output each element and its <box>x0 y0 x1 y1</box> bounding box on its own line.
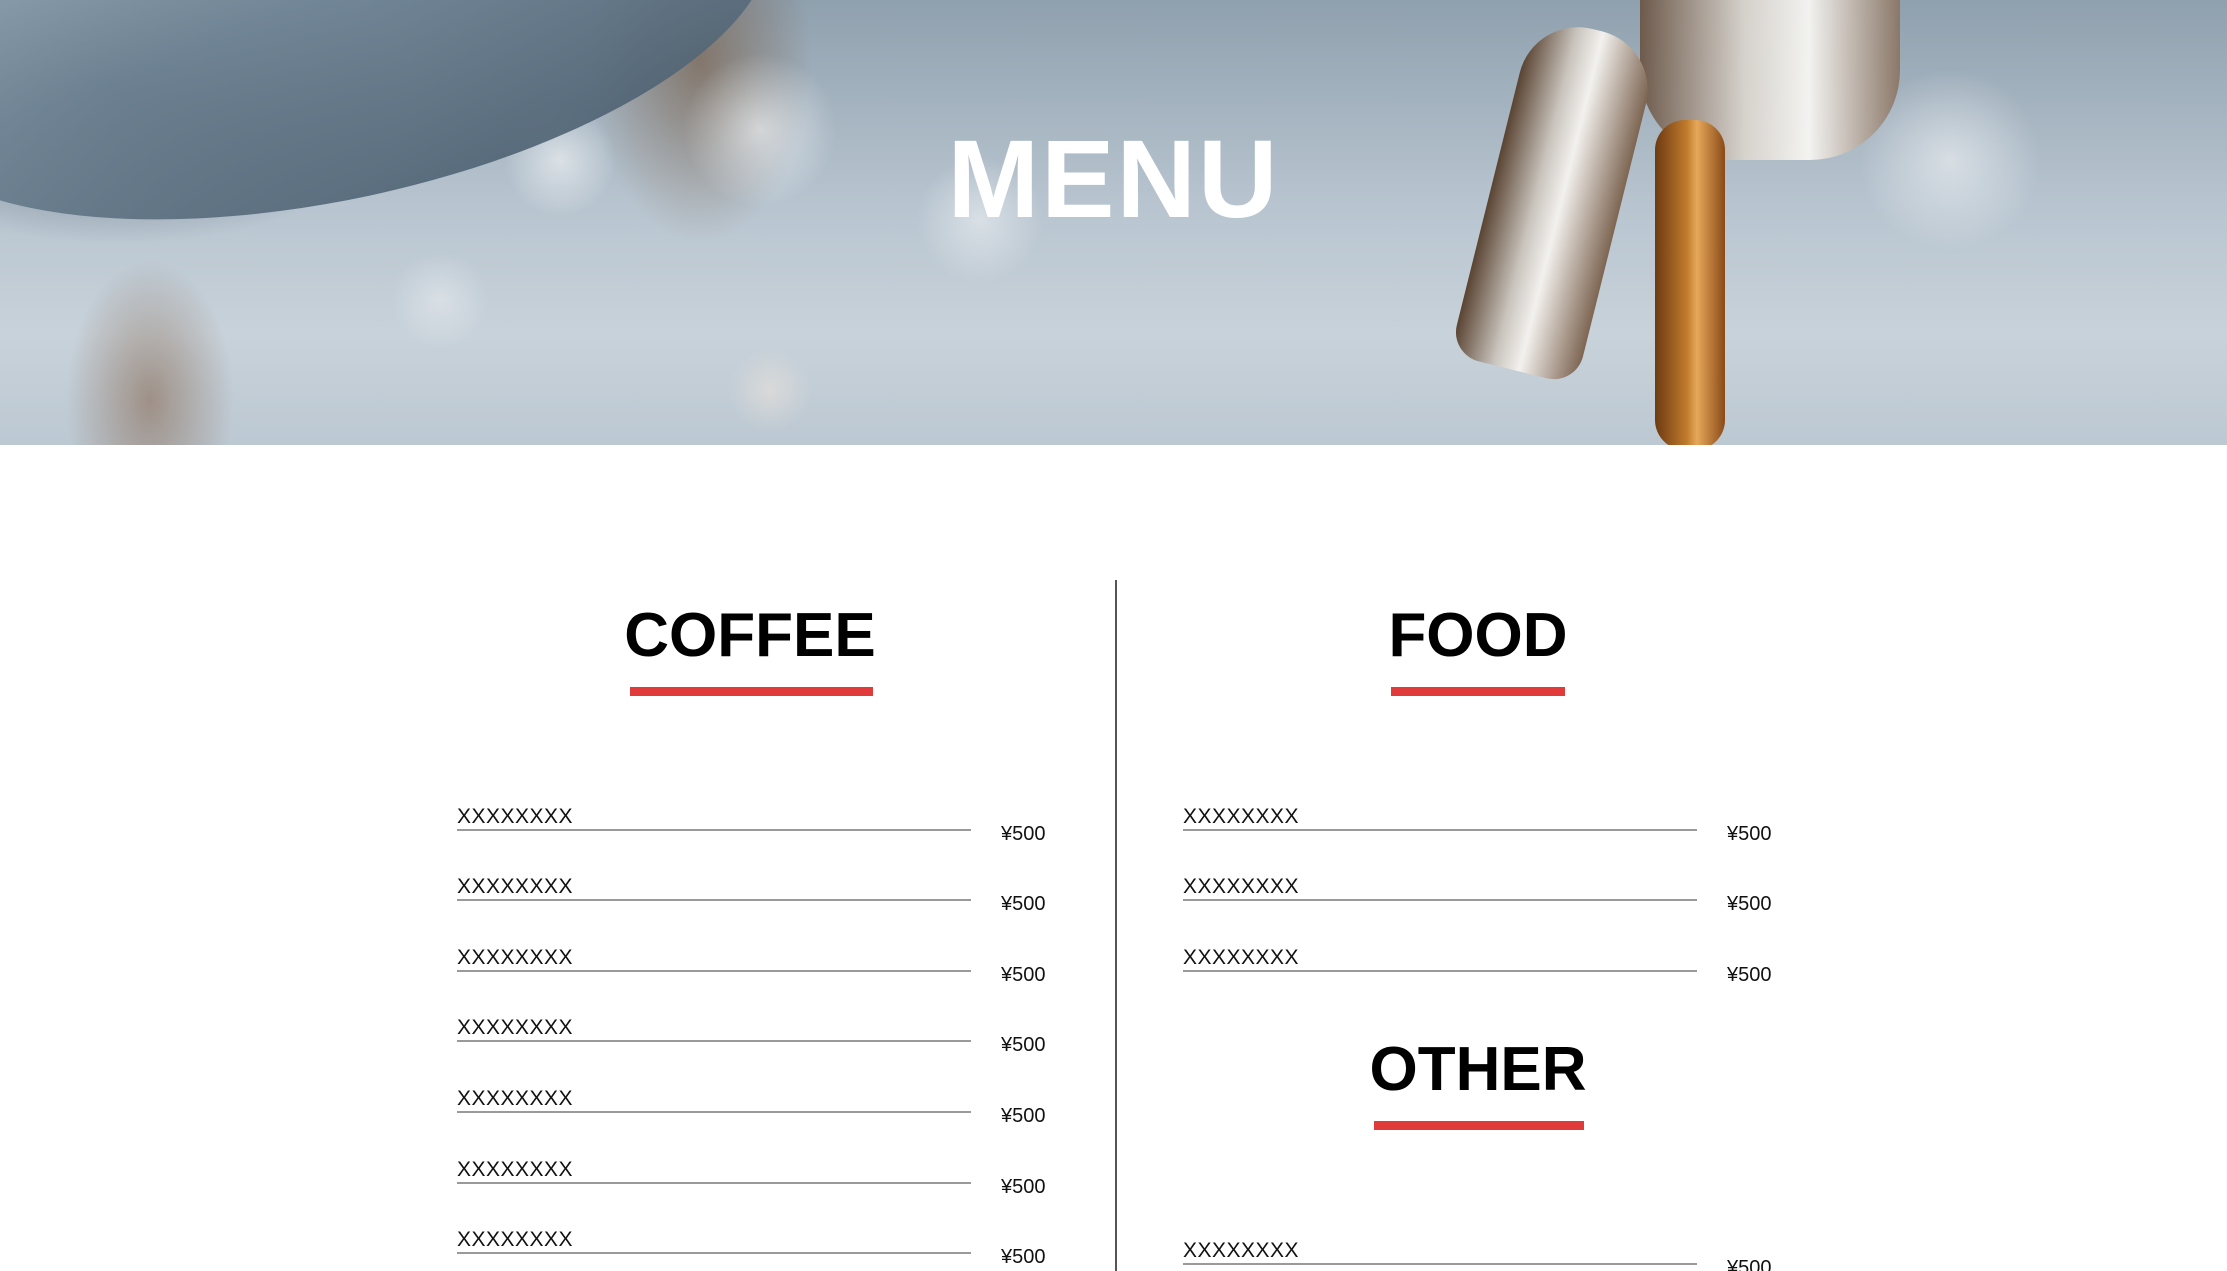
item-price: ¥500 <box>1001 1105 1046 1127</box>
section-title-coffee: COFFEE <box>624 601 876 670</box>
item-rule <box>1183 829 1697 831</box>
item-name: XXXXXXXX <box>457 1158 574 1181</box>
hero-banner: MENU <box>0 0 2227 445</box>
menu-item-coffee: XXXXXXXX ¥500 <box>457 875 1047 935</box>
column-divider <box>1115 580 1117 1271</box>
section-title-food: FOOD <box>1388 601 1568 670</box>
item-name: XXXXXXXX <box>1183 1239 1300 1262</box>
item-name: XXXXXXXX <box>1183 805 1300 828</box>
item-rule <box>1183 1263 1697 1265</box>
item-rule <box>457 1111 971 1113</box>
item-price: ¥500 <box>1001 1034 1046 1056</box>
section-underline-food <box>1391 687 1565 696</box>
menu-item-food: XXXXXXXX ¥500 <box>1183 875 1773 935</box>
item-price: ¥500 <box>1001 823 1046 845</box>
item-rule <box>457 1040 971 1042</box>
item-price: ¥500 <box>1727 1257 1772 1271</box>
item-price: ¥500 <box>1001 964 1046 986</box>
item-name: XXXXXXXX <box>457 1228 574 1251</box>
section-underline-coffee <box>630 687 873 696</box>
menu-item-coffee: XXXXXXXX ¥500 <box>457 1228 1047 1271</box>
menu-item-coffee: XXXXXXXX ¥500 <box>457 1158 1047 1218</box>
item-rule <box>457 1252 971 1254</box>
menu-item-coffee: XXXXXXXX ¥500 <box>457 805 1047 865</box>
item-name: XXXXXXXX <box>457 875 574 898</box>
section-underline-other <box>1374 1121 1584 1130</box>
menu-item-food: XXXXXXXX ¥500 <box>1183 805 1773 865</box>
item-name: XXXXXXXX <box>1183 875 1300 898</box>
item-price: ¥500 <box>1727 823 1772 845</box>
item-price: ¥500 <box>1001 1176 1046 1198</box>
menu-page: MENU COFFEE XXXXXXXX ¥500 XXXXXXXX ¥500 … <box>0 0 2227 1271</box>
item-name: XXXXXXXX <box>1183 946 1300 969</box>
menu-item-food: XXXXXXXX ¥500 <box>1183 946 1773 1006</box>
item-rule <box>457 1182 971 1184</box>
item-price: ¥500 <box>1727 964 1772 986</box>
item-rule <box>457 899 971 901</box>
item-name: XXXXXXXX <box>457 1016 574 1039</box>
item-rule <box>457 829 971 831</box>
item-rule <box>1183 899 1697 901</box>
item-rule <box>1183 970 1697 972</box>
menu-item-other: XXXXXXXX ¥500 <box>1183 1239 1773 1271</box>
menu-item-coffee: XXXXXXXX ¥500 <box>457 1016 1047 1076</box>
item-price: ¥500 <box>1001 893 1046 915</box>
item-name: XXXXXXXX <box>457 1087 574 1110</box>
menu-item-coffee: XXXXXXXX ¥500 <box>457 1087 1047 1147</box>
item-name: XXXXXXXX <box>457 805 574 828</box>
page-title: MENU <box>947 118 1280 241</box>
item-name: XXXXXXXX <box>457 946 574 969</box>
item-price: ¥500 <box>1727 893 1772 915</box>
section-title-other: OTHER <box>1369 1035 1587 1104</box>
item-price: ¥500 <box>1001 1246 1046 1268</box>
item-rule <box>457 970 971 972</box>
menu-item-coffee: XXXXXXXX ¥500 <box>457 946 1047 1006</box>
